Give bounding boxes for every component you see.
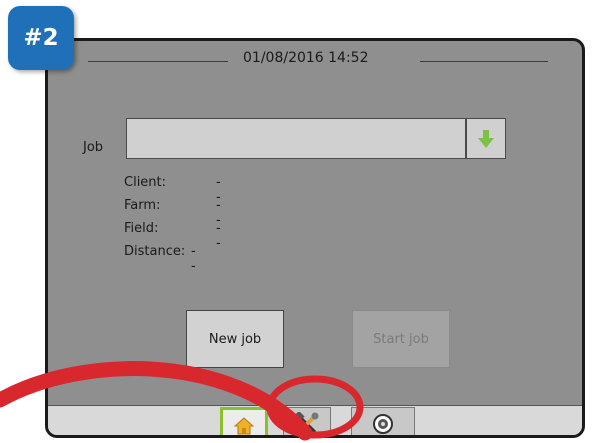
job-select-field[interactable] bbox=[126, 118, 466, 159]
farm-row: Farm: -- bbox=[124, 198, 221, 228]
tab-tools[interactable] bbox=[283, 407, 331, 435]
device-screen: 01/08/2016 14:52 Job Client: -- Farm: --… bbox=[45, 38, 585, 438]
distance-label: Distance: bbox=[124, 244, 186, 259]
field-label: Field: bbox=[124, 221, 159, 236]
down-arrow-icon bbox=[478, 129, 494, 148]
header-datetime: 01/08/2016 14:52 bbox=[243, 50, 369, 66]
header-divider-left bbox=[88, 61, 228, 62]
tools-icon bbox=[295, 412, 319, 434]
distance-value: -- bbox=[191, 244, 196, 274]
tab-home[interactable] bbox=[220, 407, 268, 435]
farm-label: Farm: bbox=[124, 198, 161, 213]
new-job-button[interactable]: New job bbox=[186, 310, 284, 368]
job-dropdown-button[interactable] bbox=[466, 118, 506, 159]
camera-icon bbox=[373, 414, 393, 434]
start-job-button[interactable]: Start job bbox=[352, 310, 450, 368]
job-label: Job bbox=[83, 140, 104, 155]
distance-row: Distance: -- bbox=[124, 244, 196, 274]
client-row: Client: -- bbox=[124, 175, 221, 205]
home-icon bbox=[234, 416, 254, 434]
field-value: -- bbox=[216, 221, 221, 251]
field-row: Field: -- bbox=[124, 221, 221, 251]
tab-camera[interactable] bbox=[351, 407, 415, 435]
client-label: Client: bbox=[124, 175, 167, 190]
header-divider-right bbox=[420, 61, 548, 62]
step-badge: #2 bbox=[8, 6, 74, 70]
